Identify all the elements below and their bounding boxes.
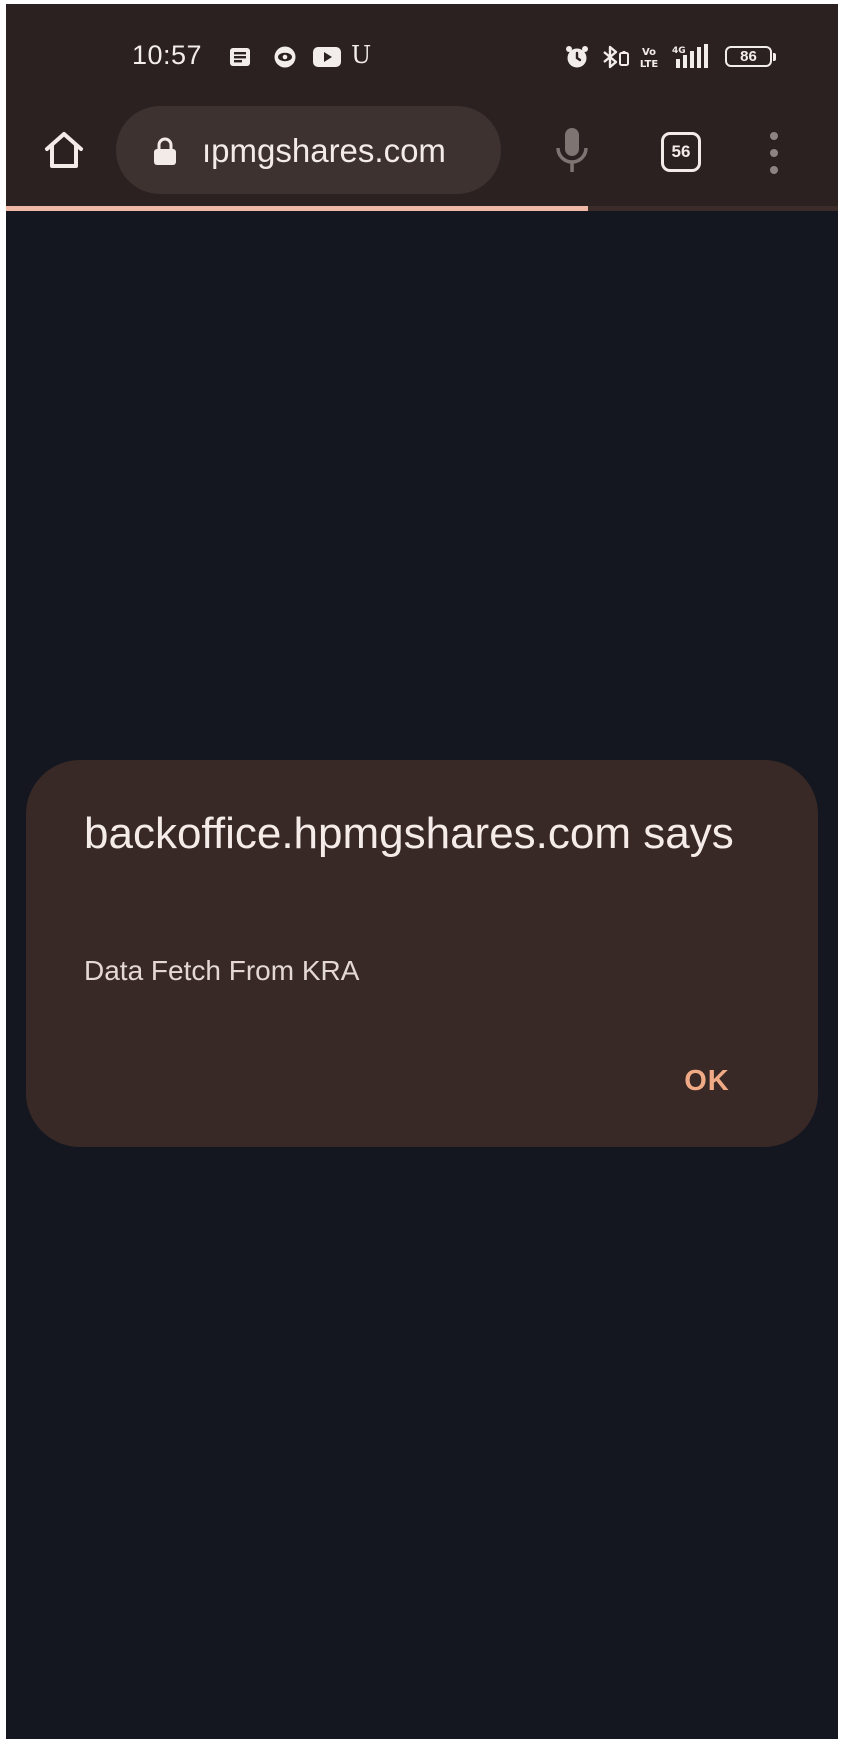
- url-text: ıpmgshares.com: [202, 132, 446, 169]
- browser-top-bar: 10:57 U Vo LTE 4G 86 ıpmgshares.com 56: [6, 4, 838, 206]
- youtube-icon: [312, 46, 342, 68]
- ok-button[interactable]: OK: [672, 1059, 742, 1103]
- svg-text:4G: 4G: [672, 46, 686, 56]
- alert-dialog: backoffice.hpmgshares.com says Data Fetc…: [26, 760, 818, 1147]
- eye-icon: [272, 46, 298, 68]
- home-button[interactable]: [40, 126, 88, 174]
- dialog-title: backoffice.hpmgshares.com says: [84, 809, 734, 858]
- page-load-progress-fill: [6, 206, 589, 211]
- 4g-signal-icon: 4G: [670, 44, 718, 68]
- more-menu-button[interactable]: [766, 132, 782, 174]
- tab-switcher-button[interactable]: 56: [661, 132, 701, 172]
- menu-dot: [770, 132, 778, 140]
- browser-screen: 10:57 U Vo LTE 4G 86 ıpmgshares.com 56 b…: [6, 4, 838, 1739]
- carrier-letter: U: [351, 41, 372, 69]
- page-load-progress: [6, 206, 838, 211]
- bluetooth-icon: [600, 45, 630, 69]
- menu-dot: [770, 149, 778, 157]
- volte-icon: Vo LTE: [638, 46, 660, 69]
- home-icon: [45, 132, 83, 168]
- status-time: 10:57: [132, 40, 203, 70]
- menu-dot: [770, 166, 778, 174]
- message-icon: [228, 46, 252, 68]
- svg-text:LTE: LTE: [640, 59, 659, 69]
- alarm-icon: [564, 46, 590, 68]
- mic-icon: [556, 128, 588, 172]
- lock-icon: [154, 137, 176, 165]
- dialog-message: Data Fetch From KRA: [84, 955, 360, 986]
- address-bar[interactable]: ıpmgshares.com: [116, 106, 501, 194]
- battery-icon: 86: [725, 46, 776, 67]
- voice-search-button[interactable]: [554, 126, 590, 181]
- svg-text:Vo: Vo: [642, 47, 656, 58]
- status-bar: 10:57 U Vo LTE 4G 86: [6, 4, 838, 104]
